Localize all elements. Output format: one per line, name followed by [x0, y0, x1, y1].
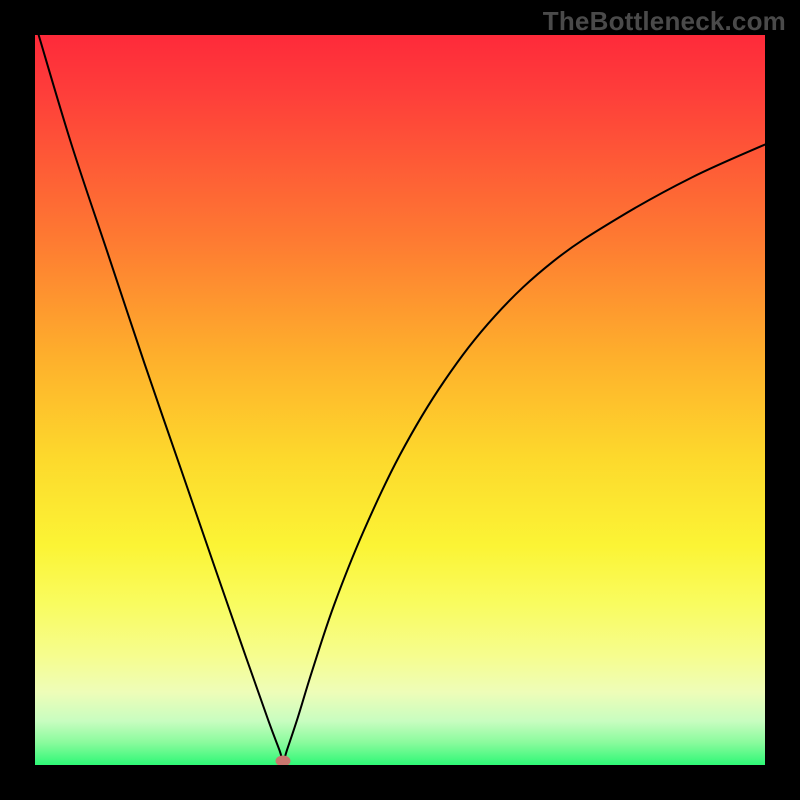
minimum-marker: [276, 756, 291, 765]
bottleneck-curve: [39, 35, 765, 761]
watermark-text: TheBottleneck.com: [543, 6, 786, 37]
chart-frame: TheBottleneck.com: [0, 0, 800, 800]
plot-area: [35, 35, 765, 765]
curve-svg: [35, 35, 765, 765]
